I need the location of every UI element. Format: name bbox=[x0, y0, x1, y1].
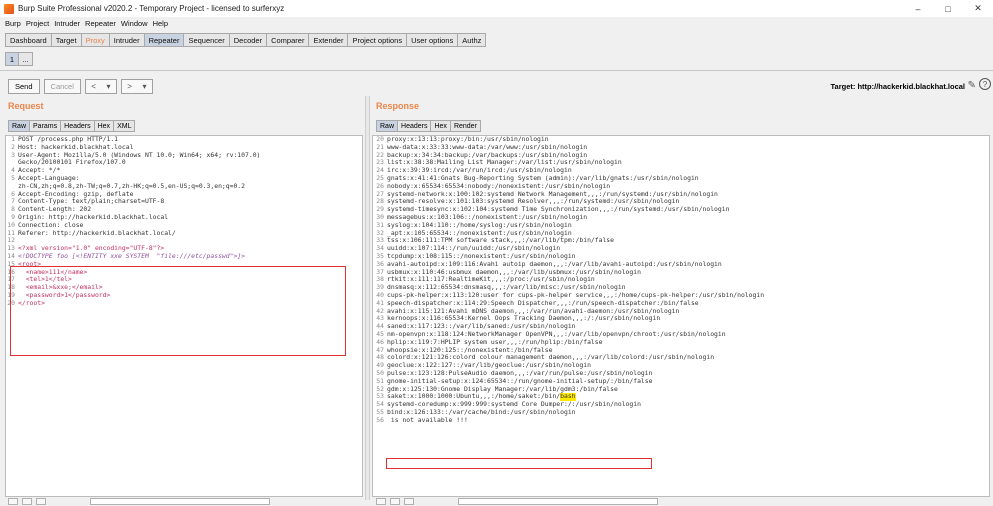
prev-match-button[interactable] bbox=[22, 498, 32, 505]
tab-render[interactable]: Render bbox=[449, 120, 481, 132]
chevron-left-icon: < bbox=[91, 82, 96, 91]
line-text: <!DOCTYPE foo [<!ENTITY xxe SYSTEM "file… bbox=[18, 251, 246, 260]
send-button[interactable]: Send bbox=[8, 79, 40, 94]
line-number: 3 bbox=[11, 150, 15, 159]
menu-intruder[interactable]: Intruder bbox=[54, 19, 80, 28]
burp-logo-icon bbox=[4, 3, 14, 14]
cancel-button[interactable]: Cancel bbox=[43, 79, 81, 94]
request-search-input[interactable] bbox=[90, 498, 270, 505]
dropdown-arrow-icon: ▾ bbox=[106, 82, 111, 91]
tab-user-options[interactable]: User options bbox=[406, 33, 458, 47]
menu-help[interactable]: Help bbox=[153, 19, 168, 28]
main-tab-bar: Dashboard Target Proxy Intruder Repeater… bbox=[5, 33, 487, 47]
tab-headers[interactable]: Headers bbox=[60, 120, 94, 132]
line-text: Referer: http://hackerkid.blackhat.local… bbox=[18, 228, 176, 237]
line-text: </root> bbox=[18, 298, 45, 307]
response-title: Response bbox=[376, 101, 420, 111]
close-button[interactable]: ✕ bbox=[963, 0, 993, 17]
panel-splitter[interactable] bbox=[365, 96, 370, 500]
tab-headers[interactable]: Headers bbox=[397, 120, 431, 132]
code-line: 20 </root> bbox=[6, 298, 362, 308]
help-button[interactable] bbox=[8, 498, 18, 505]
tab-comparer[interactable]: Comparer bbox=[266, 33, 309, 47]
tab-proxy[interactable]: Proxy bbox=[80, 33, 109, 47]
code-line: 19 <password>1</password> bbox=[6, 291, 362, 300]
title-bar: Burp Suite Professional v2020.2 - Tempor… bbox=[0, 0, 993, 17]
next-match-button[interactable] bbox=[36, 498, 46, 505]
code-line: 11 Referer: http://hackerkid.blackhat.loc… bbox=[6, 228, 362, 238]
repeater-toolbar: Send Cancel < ▾ > ▾ bbox=[8, 79, 157, 94]
divider bbox=[0, 70, 993, 71]
request-view-tabs: Raw Params Headers Hex XML bbox=[8, 120, 136, 132]
tab-raw[interactable]: Raw bbox=[8, 120, 30, 132]
line-text: is not available !!! bbox=[387, 415, 468, 424]
tab-intruder[interactable]: Intruder bbox=[108, 33, 144, 47]
minimize-button[interactable]: – bbox=[903, 0, 933, 17]
response-search-input[interactable] bbox=[458, 498, 658, 505]
menu-burp[interactable]: Burp bbox=[5, 19, 21, 28]
tab-dashboard[interactable]: Dashboard bbox=[5, 33, 51, 47]
target-label: Target: http://hackerkid.blackhat.local bbox=[830, 82, 965, 91]
menu-repeater[interactable]: Repeater bbox=[85, 19, 116, 28]
tab-hex[interactable]: Hex bbox=[93, 120, 114, 132]
tab-authz[interactable]: Authz bbox=[457, 33, 487, 47]
back-button[interactable]: < ▾ bbox=[84, 79, 117, 94]
tab-xml[interactable]: XML bbox=[113, 120, 136, 132]
edit-target-icon[interactable]: ✎ bbox=[968, 80, 976, 91]
window-title: Burp Suite Professional v2020.2 - Tempor… bbox=[18, 4, 285, 13]
tab-sequencer[interactable]: Sequencer bbox=[183, 33, 229, 47]
help-button[interactable] bbox=[376, 498, 386, 505]
request-title: Request bbox=[8, 101, 44, 111]
menu-window[interactable]: Window bbox=[121, 19, 148, 28]
menu-bar: Burp Project Intruder Repeater Window He… bbox=[0, 17, 993, 30]
menu-project[interactable]: Project bbox=[26, 19, 49, 28]
repeater-tab-new[interactable]: ... bbox=[19, 52, 33, 66]
response-editor[interactable]: 20 proxy:x:13:13:proxy:/bin:/usr/sbin/nol… bbox=[372, 135, 990, 497]
tab-decoder[interactable]: Decoder bbox=[228, 33, 267, 47]
tab-target[interactable]: Target bbox=[50, 33, 81, 47]
help-icon[interactable]: ? bbox=[979, 78, 991, 90]
code-line: 14 <!DOCTYPE foo [<!ENTITY xxe SYSTEM "fi… bbox=[6, 251, 362, 261]
tab-raw[interactable]: Raw bbox=[376, 120, 398, 132]
tab-params[interactable]: Params bbox=[29, 120, 61, 132]
response-view-tabs: Raw Headers Hex Render bbox=[376, 120, 481, 132]
prev-match-button[interactable] bbox=[390, 498, 400, 505]
request-editor[interactable]: 1 POST /process.php HTTP/1.1 2 Host: hacker… bbox=[5, 135, 363, 497]
maximize-button[interactable]: □ bbox=[933, 0, 963, 17]
code-line: 56 is not available !!! bbox=[373, 415, 989, 425]
tab-repeater[interactable]: Repeater bbox=[143, 33, 184, 47]
dropdown-arrow-icon: ▾ bbox=[142, 82, 147, 91]
line-number: 56 bbox=[376, 415, 384, 424]
tab-project-options[interactable]: Project options bbox=[347, 33, 407, 47]
next-match-button[interactable] bbox=[404, 498, 414, 505]
line-number: 5 bbox=[11, 173, 15, 182]
line-number: 20 bbox=[7, 298, 15, 307]
repeater-tab-bar: 1 ... bbox=[5, 52, 33, 66]
forward-button[interactable]: > ▾ bbox=[120, 79, 153, 94]
window-controls: – □ ✕ bbox=[903, 0, 993, 17]
repeater-tab-1[interactable]: 1 bbox=[5, 52, 19, 66]
chevron-right-icon: > bbox=[127, 82, 132, 91]
tab-hex[interactable]: Hex bbox=[430, 120, 450, 132]
tab-extender[interactable]: Extender bbox=[308, 33, 348, 47]
